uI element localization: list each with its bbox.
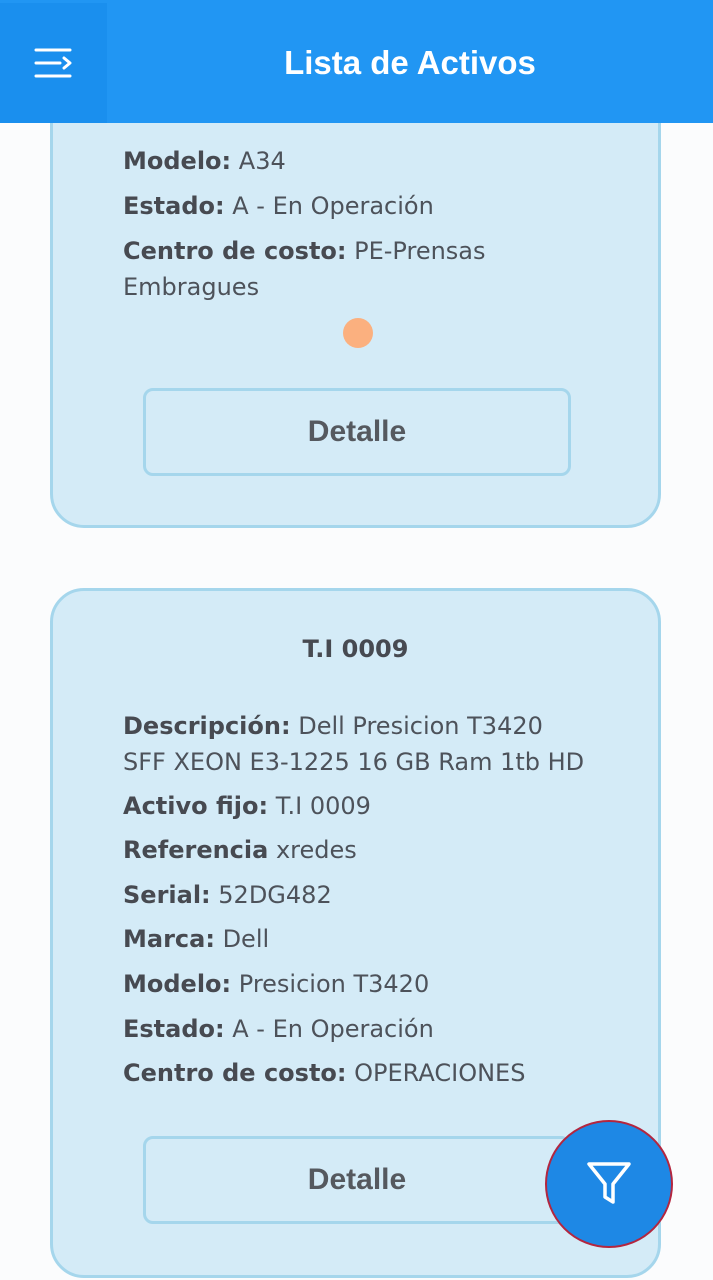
detail-button[interactable]: Detalle	[143, 1136, 571, 1224]
field-estado: Estado: A - En Operación	[123, 192, 434, 220]
field-referencia: Referencia xredes	[123, 836, 357, 864]
field-centro-de-costo: Centro de costo: PE-Prensas Embragues	[123, 237, 486, 301]
filter-icon	[587, 1162, 631, 1204]
field-estado: Estado: A - En Operación	[123, 1015, 434, 1043]
field-modelo: Modelo: A34	[123, 147, 286, 175]
filter-button[interactable]	[545, 1120, 673, 1248]
field-modelo: Modelo: Presicion T3420	[123, 970, 430, 998]
app-header: Lista de Activos	[0, 0, 713, 123]
field-centro-de-costo: Centro de costo: OPERACIONES	[123, 1059, 526, 1087]
detail-button[interactable]: Detalle	[143, 388, 571, 476]
field-marca: Marca: Dell	[123, 925, 270, 953]
status-dot	[343, 318, 373, 348]
field-descripcion: Descripción: Dell Presicion T3420 SFF XE…	[123, 712, 585, 776]
asset-title: T.I 0009	[302, 635, 409, 663]
field-serial: Serial: 52DG482	[123, 881, 332, 909]
menu-icon	[34, 48, 71, 78]
page-title: Lista de Activos	[284, 44, 536, 81]
menu-button[interactable]	[0, 3, 107, 123]
field-activo-fijo: Activo fijo: T.I 0009	[123, 792, 371, 820]
